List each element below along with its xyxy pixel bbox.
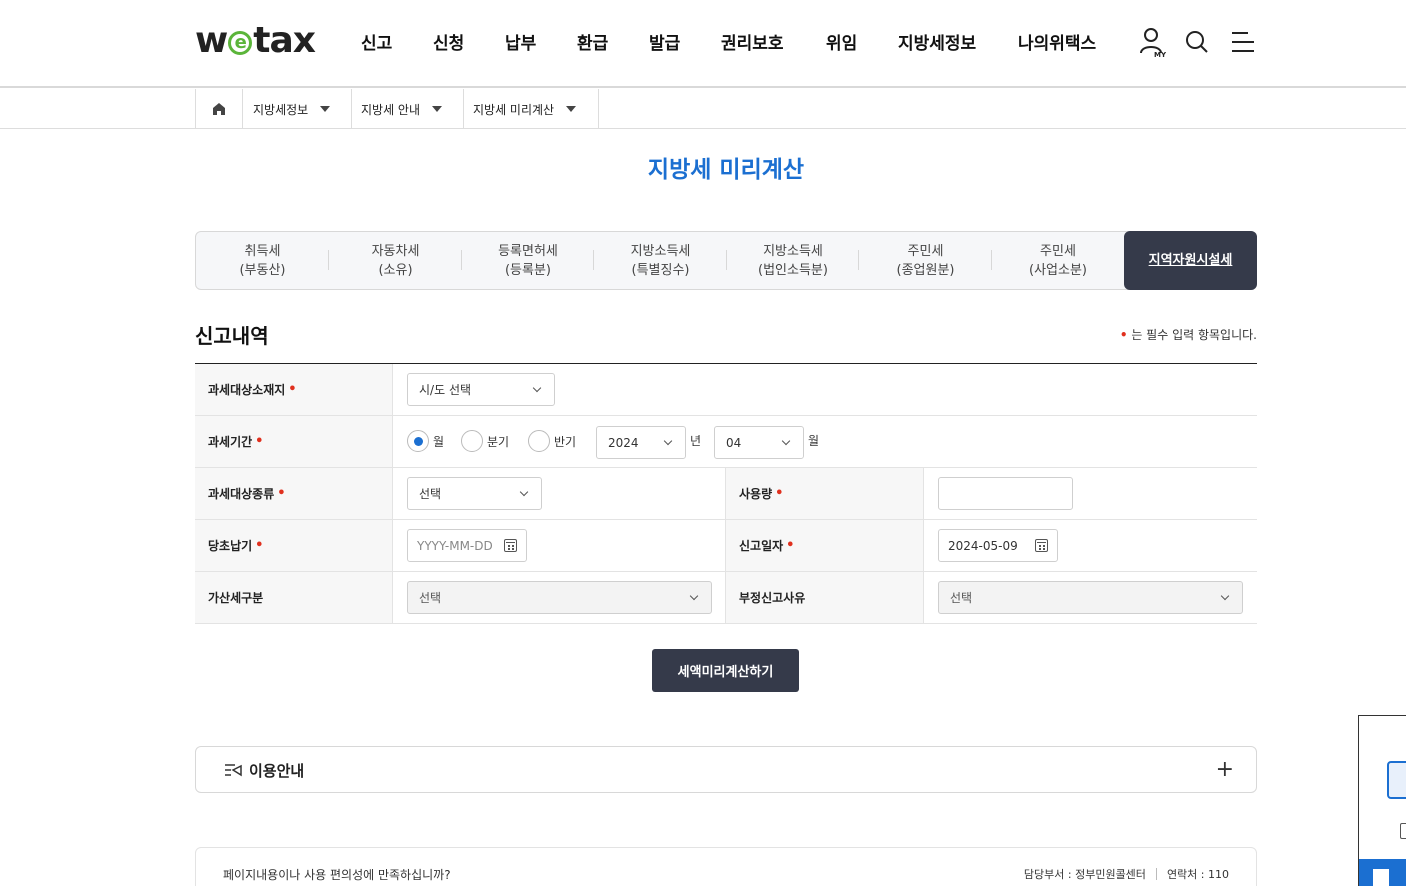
form-row-period: 과세기간 • 월 분기 반기 2024 년 04 월: [195, 416, 1257, 468]
breadcrumb-item-tax-calc[interactable]: 지방세 미리계산: [464, 89, 599, 129]
due-date-field[interactable]: YYYY-MM-DD: [407, 529, 527, 562]
plus-icon[interactable]: +: [1216, 757, 1234, 782]
logo-prefix: w: [195, 20, 228, 61]
nav-item-delegate[interactable]: 위임: [826, 29, 857, 54]
tab-vehicle-tax[interactable]: 자동차세 (소유): [329, 232, 462, 289]
month-unit: 월: [808, 434, 820, 448]
guide-label: 이용안내: [249, 762, 305, 780]
tab-income-tax-corporate[interactable]: 지방소득세 (법인소득분): [727, 232, 859, 289]
monitor-icon: [1387, 761, 1406, 799]
logo-suffix: tax: [253, 20, 316, 61]
radio-half-year[interactable]: 반기: [528, 430, 576, 452]
svg-text:MY: MY: [1154, 51, 1167, 58]
tab-resident-tax-business[interactable]: 주민세 (사업소분): [992, 232, 1124, 289]
type-select[interactable]: 선택: [407, 477, 542, 510]
chevron-down-icon: [689, 591, 699, 601]
form-row-location: 과세대상소재지 • 시/도 선택: [195, 364, 1257, 416]
menu-icon[interactable]: [1231, 31, 1255, 53]
department-text: 담당부서 : 정부민원콜센터: [1023, 868, 1146, 881]
calculate-button[interactable]: 세액미리계산하기: [652, 649, 799, 692]
wetax-logo[interactable]: w e tax: [195, 20, 316, 61]
breadcrumb-label: 지방세정보: [253, 102, 309, 117]
breadcrumb: 지방세정보 지방세 안내 지방세 미리계산: [0, 89, 1406, 129]
month-select[interactable]: 04: [714, 426, 804, 459]
tax-type-tabs: 취득세 (부동산) 자동차세 (소유) 등록면허세 (등록분) 지방소득세 (특별징수)…: [195, 231, 1257, 290]
radio-quarter[interactable]: 분기: [461, 430, 509, 452]
penalty-select[interactable]: 선택: [407, 581, 712, 614]
period-label: 과세기간 •: [195, 416, 392, 467]
report-form: 과세대상소재지 • 시/도 선택 과세기간 • 월 분기 반기 2024 년 04 …: [195, 363, 1257, 624]
nav-item-apply[interactable]: 신청: [433, 29, 464, 54]
form-row-penalty: 가산세구분 선택 부정신고사유 선택: [195, 572, 1257, 624]
nav-item-refund[interactable]: 환급: [577, 29, 608, 54]
year-select[interactable]: 2024: [596, 426, 686, 459]
location-select[interactable]: 시/도 선택: [407, 373, 555, 406]
breadcrumb-item-local-tax-info[interactable]: 지방세정보: [243, 89, 352, 129]
calendar-icon: [504, 539, 517, 552]
nav-item-rights[interactable]: 권리보호: [721, 29, 784, 54]
penalty-label: 가산세구분: [195, 572, 392, 623]
nav-item-my-wetax[interactable]: 나의위택스: [1018, 29, 1096, 54]
page-title: 지방세 미리계산: [647, 157, 805, 183]
floating-widget[interactable]: [1358, 715, 1406, 886]
chevron-down-icon: [781, 436, 791, 446]
breadcrumb-item-tax-guide[interactable]: 지방세 안내: [352, 89, 464, 129]
due-date-label: 당초납기 •: [195, 520, 392, 571]
chevron-down-icon: [1220, 591, 1230, 601]
chevron-down-icon: [432, 106, 443, 112]
calendar-icon: [1035, 539, 1048, 552]
chevron-down-icon: [566, 106, 577, 112]
tab-resident-tax-employee[interactable]: 주민세 (종업원분): [859, 232, 992, 289]
site-header: w e tax 신고 신청 납부 환급 발급 권리보호 위임 지방세정보 나의위택스…: [0, 0, 1406, 88]
form-row-dates: 당초납기 • YYYY-MM-DD 신고일자 • 2024-05-09: [195, 520, 1257, 572]
my-page-icon[interactable]: MY: [1139, 26, 1167, 58]
tab-regional-resource-tax[interactable]: 지역자원시설세: [1124, 231, 1257, 290]
usage-label: 사용량 •: [726, 468, 923, 519]
breadcrumb-label: 지방세 안내: [361, 102, 421, 117]
section-title: 신고내역: [195, 324, 269, 348]
tab-income-tax-withholding[interactable]: 지방소득세 (특별징수): [594, 232, 727, 289]
tab-registration-tax[interactable]: 등록면허세 (등록분): [462, 232, 594, 289]
reason-select[interactable]: 선택: [938, 581, 1243, 614]
satisfaction-survey: 페이지내용이나 사용 편의성에 만족하십니까? 담당부서 : 정부민원콜센터 연…: [195, 847, 1257, 886]
report-date-label: 신고일자 •: [726, 520, 923, 571]
location-label: 과세대상소재지 •: [195, 364, 392, 415]
contact-info: 담당부서 : 정부민원콜센터 연락처 : 110: [1024, 866, 1229, 882]
widget-button[interactable]: [1359, 859, 1406, 886]
tab-acquisition-tax[interactable]: 취득세 (부동산): [196, 232, 329, 289]
reason-label: 부정신고사유: [726, 572, 923, 623]
nav-item-local-tax-info[interactable]: 지방세정보: [898, 29, 976, 54]
chevron-down-icon: [532, 383, 542, 393]
required-note: • 는 필수 입력 항목입니다.: [1119, 328, 1257, 342]
nav-item-pay[interactable]: 납부: [505, 29, 536, 54]
nav-item-issue[interactable]: 발급: [649, 29, 680, 54]
chevron-down-icon: [320, 106, 331, 112]
survey-question: 페이지내용이나 사용 편의성에 만족하십니까?: [223, 868, 451, 882]
chevron-down-icon: [519, 487, 529, 497]
year-unit: 년: [690, 434, 702, 448]
usage-input[interactable]: [938, 477, 1073, 510]
report-date-field[interactable]: 2024-05-09: [938, 529, 1058, 562]
guide-icon: [224, 762, 242, 781]
contact-text: 연락처 : 110: [1166, 868, 1229, 881]
search-icon[interactable]: [1185, 30, 1209, 54]
breadcrumb-label: 지방세 미리계산: [473, 102, 555, 117]
radio-unchecked-icon: [461, 430, 483, 452]
radio-unchecked-icon: [528, 430, 550, 452]
usage-guide-accordion[interactable]: 이용안내 +: [195, 746, 1257, 793]
checkbox[interactable]: [1400, 823, 1406, 839]
radio-checked-icon: [407, 430, 429, 452]
type-label: 과세대상종류 •: [195, 468, 392, 519]
nav-item-report[interactable]: 신고: [361, 29, 392, 54]
chevron-down-icon: [663, 436, 673, 446]
logo-e: e: [228, 30, 253, 55]
form-row-type-usage: 과세대상종류 • 선택 사용량 •: [195, 468, 1257, 520]
radio-month[interactable]: 월: [407, 430, 444, 452]
home-icon[interactable]: [195, 89, 243, 129]
